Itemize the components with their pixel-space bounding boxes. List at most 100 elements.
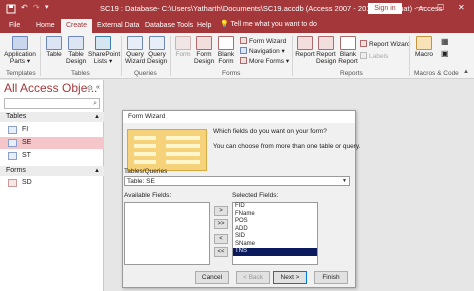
labels-icon [360,52,367,59]
form-button[interactable]: Form [174,36,192,58]
nav-menu-chevron-icon[interactable]: ⊙ [87,84,93,92]
table-design-button[interactable]: Table Design [66,36,86,65]
labels-button[interactable]: Labels [360,52,388,60]
cancel-button[interactable]: Cancel [195,271,229,284]
nav-item-label: SD [22,179,32,186]
form-wizard-button[interactable]: Form Wizard [240,37,286,45]
tab-home[interactable]: Home [36,20,55,33]
query-design-icon [149,36,165,50]
table-design-icon [68,36,84,50]
group-separator [409,36,410,76]
report-design-label: Report Design [316,51,337,65]
sign-in-button[interactable]: Sign in [368,3,402,14]
close-button[interactable]: ✕ [458,3,465,12]
macro-button[interactable]: Macro [414,36,434,58]
customize-toolbar-icon[interactable]: ▾ [45,3,49,11]
form-design-label: Form Design [194,51,215,65]
redo-icon[interactable]: ↷ [33,3,40,12]
class-module-icon[interactable]: ▣ [441,49,449,58]
tables-queries-select[interactable]: Table: SE ▼ [124,176,350,186]
table-icon [8,152,17,160]
form-label: Form [175,51,191,58]
tab-external-data[interactable]: External Data [97,20,139,33]
query-design-button[interactable]: Query Design [147,36,167,65]
tab-database-tools[interactable]: Database Tools [145,20,193,33]
wizard-question: Which fields do you want on your form? [213,128,327,135]
labels-label: Labels [369,53,389,60]
tell-me-search[interactable]: 💡 Tell me what you want to do [220,20,317,28]
form-design-icon [196,36,212,50]
save-icon[interactable] [6,4,16,14]
tab-help[interactable]: Help [197,20,211,33]
search-icon: ⌕ [93,100,97,107]
group-separator [292,36,293,76]
nav-section-tables[interactable]: Tables ▲ [0,112,104,122]
query-wizard-button[interactable]: Query Wizard [125,36,145,65]
table-button[interactable]: Table [44,36,64,58]
report-wizard-button[interactable]: Report Wizard [360,40,411,48]
tab-file[interactable]: File [9,20,20,33]
undo-icon[interactable]: ↶ [21,3,28,12]
list-item-selected[interactable]: TNS [233,248,317,256]
nav-pane-title[interactable]: All Access Obje... [4,81,97,95]
application-parts-label: Application Parts ▾ [4,51,36,65]
next-button[interactable]: Next > [273,271,307,284]
report-label: Report [295,51,315,58]
more-forms-button[interactable]: More Forms ▾ [240,57,289,65]
module-icon[interactable]: ▦ [441,37,449,46]
ribbon-tabs: File Home Create External Data Database … [0,18,474,33]
list-item[interactable]: SID [233,233,317,241]
available-fields-list[interactable] [124,202,210,265]
application-parts-button[interactable]: Application Parts ▾ [4,36,36,65]
form-design-button[interactable]: Form Design [194,36,214,65]
list-item[interactable]: ADD [233,226,317,234]
group-separator [40,36,41,76]
blank-form-label: Blank Form [217,51,235,65]
group-separator [121,36,122,76]
group-tables: Tables [71,70,90,77]
remove-field-button[interactable]: < [214,234,228,244]
add-all-fields-button[interactable]: >> [214,219,228,229]
add-field-button[interactable]: > [214,206,228,216]
list-item[interactable]: POS [233,218,317,226]
list-item[interactable]: SName [233,241,317,249]
forms-header: Forms [6,167,26,174]
lightbulb-icon: 💡 [220,21,229,28]
list-item[interactable]: FID [233,203,317,211]
list-item[interactable]: FName [233,211,317,219]
nav-item-table[interactable]: SE [0,137,104,149]
nav-item-table[interactable]: FI [0,124,104,136]
sharepoint-lists-button[interactable]: SharePoint Lists ▾ [88,36,121,65]
table-icon [8,126,17,134]
back-button[interactable]: < Back [236,271,270,284]
minimize-button[interactable]: — [416,3,424,12]
tables-queries-label: Tables/Queries [124,168,168,175]
more-forms-icon [240,57,247,64]
sharepoint-lists-label: SharePoint Lists ▾ [88,51,121,65]
nav-item-table[interactable]: ST [0,150,104,162]
nav-search-input[interactable]: ⌕ [4,98,100,109]
tell-me-text: Tell me what you want to do [230,21,317,28]
finish-button[interactable]: Finish [314,271,348,284]
dialog-title: Form Wizard [123,111,355,123]
blank-form-button[interactable]: Blank Form [216,36,236,65]
tab-create[interactable]: Create [61,19,93,33]
table-label: Table [46,51,62,58]
report-button[interactable]: Report [295,36,315,58]
report-design-button[interactable]: Report Design [316,36,336,65]
macro-icon [416,36,432,50]
blank-report-button[interactable]: Blank Report [337,36,359,65]
nav-section-forms[interactable]: Forms ▲ [0,166,104,176]
maximize-button[interactable]: ☐ [437,3,444,12]
tables-queries-value: Table: SE [127,178,155,185]
collapse-ribbon-icon[interactable]: ▲ [463,69,469,75]
selected-fields-list[interactable]: FID FName POS ADD SID SName TNS [232,202,318,265]
group-macros-code: Macros & Code [414,70,459,77]
collapse-chevron-icon: ▲ [94,114,100,120]
remove-all-fields-button[interactable]: << [214,247,228,257]
navigation-button[interactable]: Navigation ▾ [240,47,285,55]
nav-item-form[interactable]: SD [0,177,104,189]
shutter-bar-icon[interactable]: « [96,84,100,91]
nav-item-label: FI [22,126,29,133]
wizard-hint: You can choose from more than one table … [213,143,361,150]
